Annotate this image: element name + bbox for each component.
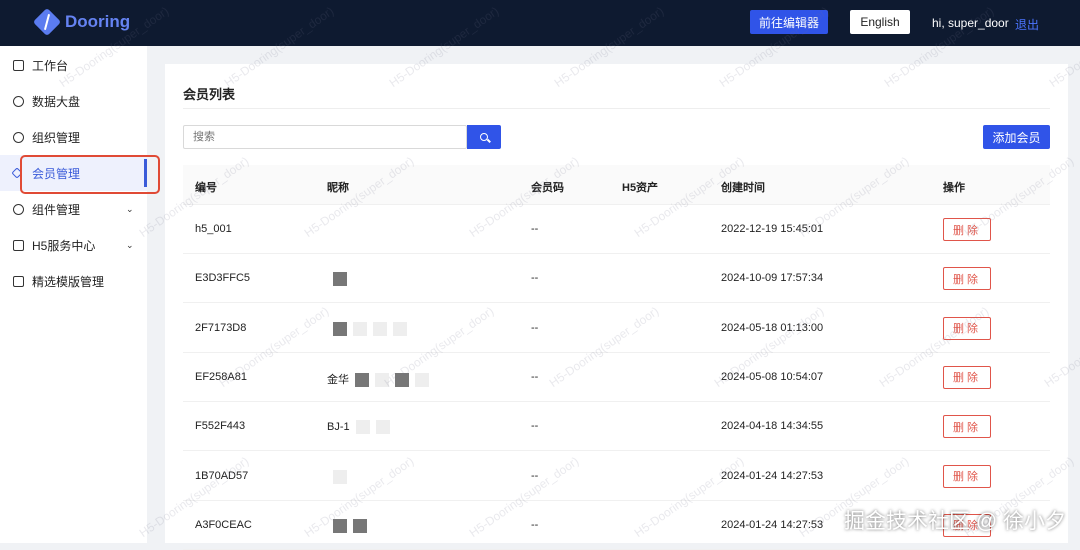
- menu-icon: [13, 239, 24, 251]
- column-header: 编号: [195, 182, 217, 194]
- table-row: E3D3FFC5 -- 2024-10-09 17:57:34 删除: [183, 254, 1050, 304]
- sidebar-item-label: H5服务中心: [32, 238, 96, 253]
- column-header: 操作: [943, 182, 965, 194]
- menu-icon: [13, 275, 24, 287]
- redacted-block: [353, 321, 367, 336]
- member-id: A3F0CEAC: [195, 518, 252, 531]
- delete-button[interactable]: 删除: [943, 316, 991, 340]
- table-row: EF258A81 金华 -- 2024-05-08 10:54:07 删除: [183, 353, 1050, 402]
- redacted-block: [333, 272, 347, 287]
- member-code: --: [531, 420, 539, 433]
- member-list-card: 会员列表 添加会员 编号 昵称 会员码 H5资产 创建时间 操作 h5_001 -- 20…: [165, 64, 1068, 550]
- redacted-block: [355, 420, 370, 435]
- table-header: 编号 昵称 会员码 H5资产 创建时间 操作: [183, 165, 1050, 205]
- member-id: E3D3FFC5: [195, 272, 251, 285]
- created-time: 2024-01-24 14:27:53: [721, 518, 824, 531]
- sidebar-item-label: 数据大盘: [32, 94, 81, 109]
- table-row: 2F7173D8 -- 2024-05-18 01:13:00 删除: [183, 304, 1050, 353]
- menu-icon: [13, 59, 24, 71]
- search-button[interactable]: [467, 125, 501, 149]
- redacted-block: [393, 321, 407, 336]
- divider: [183, 108, 1050, 109]
- member-id: F552F443: [195, 420, 246, 433]
- redacted-block: [333, 518, 347, 533]
- logout-link[interactable]: 退出: [1015, 16, 1039, 33]
- member-code: --: [531, 321, 539, 334]
- column-header: 昵称: [327, 182, 349, 194]
- table-row: F552F443 BJ-1 -- 2024-04-18 14:34:55 删除: [183, 402, 1050, 452]
- sidebar-item-label: 组件管理: [32, 202, 81, 217]
- column-header: 创建时间: [721, 182, 765, 194]
- created-time: 2024-10-09 17:57:34: [721, 272, 824, 285]
- created-time: 2024-05-18 01:13:00: [721, 321, 824, 334]
- delete-button[interactable]: 删除: [943, 218, 991, 241]
- highlight-annotation: [20, 155, 160, 194]
- member-code: --: [531, 272, 539, 285]
- menu-icon: [13, 95, 24, 107]
- logo-icon: [33, 8, 61, 36]
- redacted-block: [375, 420, 390, 435]
- redacted-block: [373, 321, 387, 336]
- sidebar-item-label: 工作台: [32, 58, 69, 73]
- sidebar-item-1[interactable]: 数据大盘: [0, 83, 147, 119]
- chevron-down-icon[interactable]: ⌄: [126, 240, 134, 251]
- page-title: 会员列表: [183, 87, 236, 102]
- delete-button[interactable]: 删除: [943, 267, 991, 291]
- sidebar-item-label: 精选模版管理: [32, 274, 105, 289]
- go-to-editor-button[interactable]: 前往编辑器: [750, 10, 828, 34]
- member-nickname: 金华: [327, 373, 349, 386]
- top-header: Dooring 前往编辑器 English hi, super_door 退出: [0, 0, 1080, 46]
- column-header: H5资产: [622, 182, 659, 194]
- column-header: 会员码: [531, 182, 564, 194]
- member-code: --: [531, 518, 539, 531]
- redacted-block: [415, 372, 429, 387]
- created-time: 2024-05-08 10:54:07: [721, 370, 824, 383]
- sidebar-item-4[interactable]: 组件管理 ⌄: [0, 191, 147, 227]
- member-nickname: BJ-1: [327, 421, 350, 434]
- table-row: h5_001 -- 2022-12-19 15:45:01 删除: [183, 205, 1050, 254]
- sidebar: 工作台 数据大盘 组织管理 会员管理 组件管理 ⌄ H5服务中心 ⌄ 精选模版管理: [0, 46, 147, 543]
- delete-button[interactable]: 删除: [943, 464, 991, 488]
- user-greeting: hi, super_door: [932, 16, 1009, 30]
- created-time: 2024-04-18 14:34:55: [721, 420, 824, 433]
- member-id: EF258A81: [195, 370, 247, 383]
- add-member-button[interactable]: 添加会员: [983, 125, 1050, 149]
- redacted-block: [333, 321, 347, 336]
- credit-watermark: 掘金技术社区 @ 徐小夕: [844, 510, 1066, 533]
- delete-button[interactable]: 删除: [943, 365, 991, 389]
- redacted-block: [355, 372, 369, 387]
- menu-icon: [13, 203, 24, 215]
- language-button[interactable]: English: [850, 10, 910, 34]
- redacted-block: [333, 469, 347, 484]
- search-icon: [480, 133, 488, 141]
- member-code: --: [531, 469, 539, 482]
- table-row: 1B70AD57 -- 2024-01-24 14:27:53 删除: [183, 452, 1050, 501]
- delete-button[interactable]: 删除: [943, 415, 991, 439]
- member-id: 2F7173D8: [195, 321, 247, 334]
- sidebar-item-label: 组织管理: [32, 130, 81, 145]
- member-id: h5_001: [195, 223, 232, 235]
- logo[interactable]: Dooring: [33, 8, 130, 36]
- redacted-block: [395, 372, 409, 387]
- sidebar-item-0[interactable]: 工作台: [0, 47, 147, 83]
- created-time: 2022-12-19 15:45:01: [721, 223, 824, 235]
- member-id: 1B70AD57: [195, 469, 249, 482]
- sidebar-item-5[interactable]: H5服务中心 ⌄: [0, 227, 147, 263]
- sidebar-item-6[interactable]: 精选模版管理: [0, 263, 147, 299]
- redacted-block: [353, 518, 367, 533]
- search-input[interactable]: [183, 125, 467, 149]
- sidebar-item-2[interactable]: 组织管理: [0, 119, 147, 155]
- created-time: 2024-01-24 14:27:53: [721, 469, 824, 482]
- redacted-block: [375, 372, 389, 387]
- member-code: --: [531, 370, 539, 383]
- chevron-down-icon[interactable]: ⌄: [126, 204, 134, 215]
- member-code: --: [531, 223, 539, 235]
- logo-text: Dooring: [65, 12, 131, 31]
- menu-icon: [13, 131, 24, 143]
